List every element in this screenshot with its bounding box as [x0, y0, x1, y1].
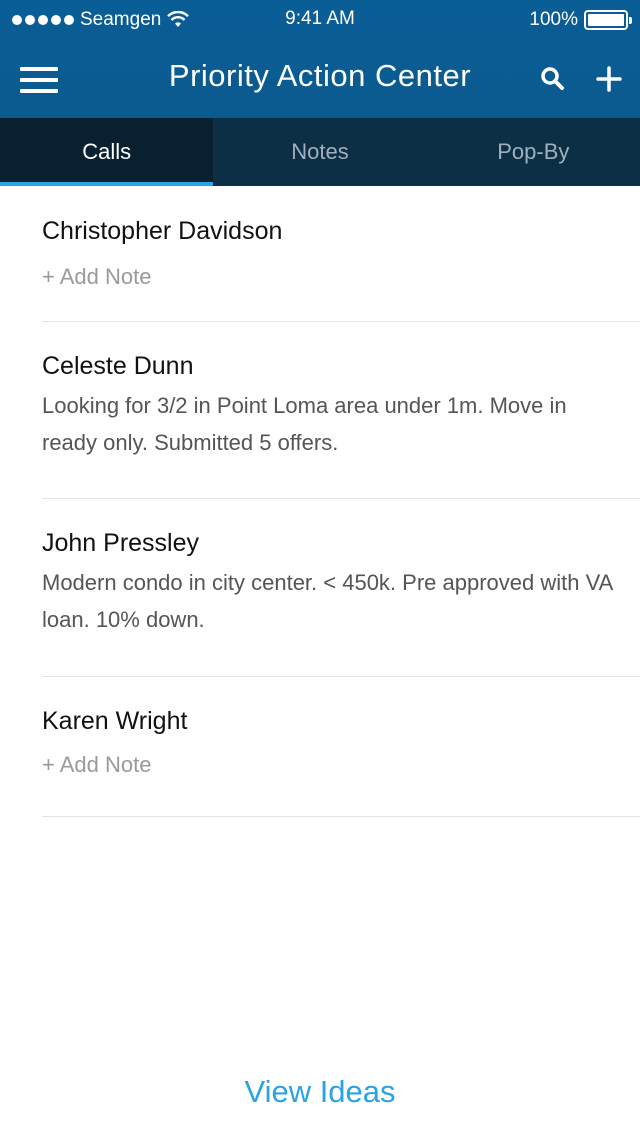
contact-name: Christopher Davidson [42, 217, 283, 245]
app-header: Seamgen 9:41 AM 100% Priority Action Cen… [0, 0, 640, 118]
contact-name: John Pressley [42, 529, 200, 557]
carrier-name: Seamgen [80, 9, 162, 30]
tab-calls[interactable]: Calls [0, 118, 214, 186]
plus-icon[interactable] [592, 62, 626, 96]
list-item[interactable]: John Pressley Modern condo in city cente… [42, 499, 640, 677]
wifi-icon [167, 11, 190, 27]
contact-name: Karen Wright [42, 707, 188, 735]
status-right: 100% [529, 8, 632, 32]
contact-list: Christopher Davidson + Add Note Celeste … [0, 186, 640, 817]
contact-name: Celeste Dunn [42, 352, 194, 380]
navigation-bar: Priority Action Center [0, 40, 640, 118]
list-item[interactable]: Christopher Davidson + Add Note [42, 186, 640, 322]
tab-bar: Calls Notes Pop-By [0, 118, 640, 186]
status-left: Seamgen [12, 8, 190, 32]
contact-note: Modern condo in city center. < 450k. Pre… [42, 570, 613, 632]
signal-strength-icon [12, 15, 74, 25]
status-bar: Seamgen 9:41 AM 100% [0, 0, 640, 40]
search-icon[interactable] [536, 62, 570, 96]
battery-percent: 100% [529, 9, 578, 30]
battery-icon [584, 10, 632, 30]
list-item[interactable]: Celeste Dunn Looking for 3/2 in Point Lo… [42, 322, 640, 499]
add-note-link[interactable]: + Add Note [42, 752, 620, 778]
list-item[interactable]: Karen Wright + Add Note [42, 677, 640, 817]
tab-notes[interactable]: Notes [213, 118, 426, 186]
hamburger-menu-icon[interactable] [20, 67, 58, 93]
view-ideas-button[interactable]: View Ideas [0, 1074, 640, 1110]
contact-note: Looking for 3/2 in Point Loma area under… [42, 393, 567, 455]
tab-pop-by[interactable]: Pop-By [427, 118, 640, 186]
add-note-link[interactable]: + Add Note [42, 264, 620, 290]
